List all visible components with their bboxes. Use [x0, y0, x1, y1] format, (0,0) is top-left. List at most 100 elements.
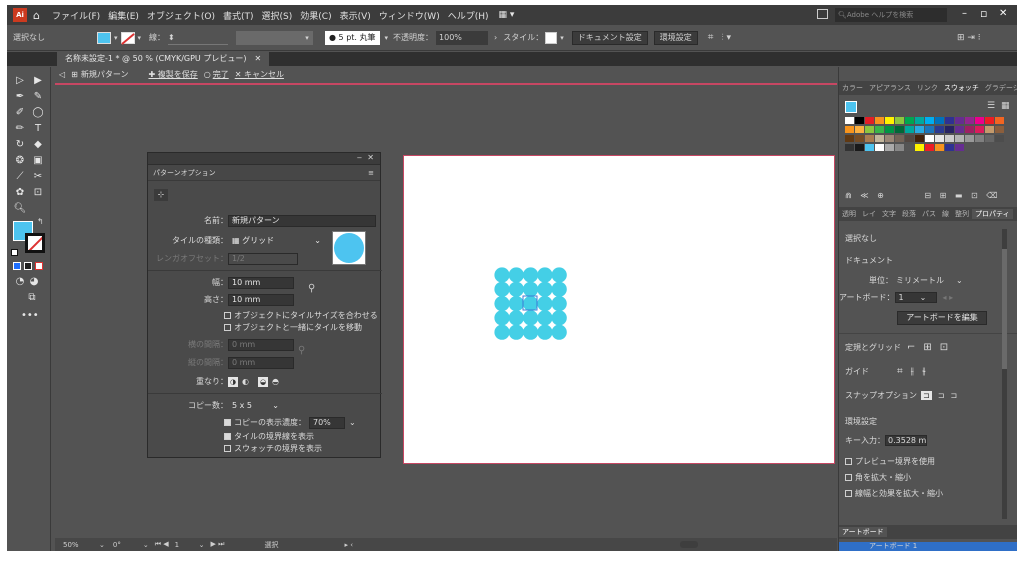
tab-properties[interactable]: プロパティ [972, 209, 1013, 219]
swatch-item[interactable] [895, 126, 904, 133]
swatch-item[interactable] [905, 144, 914, 151]
swatch-item[interactable] [865, 135, 874, 142]
swatch-item[interactable] [895, 144, 904, 151]
arrange-docs-icon[interactable] [817, 9, 828, 19]
close-icon[interactable]: ✕ [367, 153, 374, 162]
edit-artboards-button[interactable]: アートボードを編集 [897, 311, 987, 325]
swatch-item[interactable] [915, 135, 924, 142]
horizontal-scrollbar[interactable] [680, 541, 698, 548]
swatch-item[interactable] [905, 126, 914, 133]
document-setup-button[interactable]: ドキュメント設定 [571, 30, 648, 45]
draw-inside-icon[interactable]: ◕ [27, 276, 41, 288]
menu-type[interactable]: 書式(T) [219, 9, 258, 22]
pattern-preview[interactable] [404, 156, 834, 463]
move-with-art-checkbox[interactable] [224, 324, 231, 331]
tab-transparency[interactable]: 透明 [839, 209, 859, 219]
swatch-item[interactable] [905, 117, 914, 124]
artboard-tool-icon[interactable]: ⊡ [31, 187, 45, 199]
swatch-item[interactable] [845, 144, 854, 151]
menu-object[interactable]: オブジェクト(O) [143, 9, 219, 22]
tab-artboards[interactable]: アートボード [839, 527, 887, 537]
pen-tool-icon[interactable]: ✒ [13, 91, 27, 103]
opacity-input[interactable]: 100% [436, 30, 489, 45]
tab-gradient[interactable]: グラデーション [982, 83, 1017, 93]
swatch-item[interactable] [865, 126, 874, 133]
tab-stroke[interactable]: 線 [939, 209, 952, 219]
swatch-item[interactable] [955, 135, 964, 142]
swatch-item[interactable] [935, 135, 944, 142]
style-swatch[interactable] [545, 31, 558, 44]
symbol-sprayer-tool-icon[interactable]: ✿ [13, 187, 27, 199]
scale-corners-checkbox[interactable] [845, 474, 852, 481]
swatch-item[interactable] [845, 117, 854, 124]
swatch-item[interactable] [985, 117, 994, 124]
swatch-item[interactable] [885, 135, 894, 142]
key-increment-input[interactable]: 0.3528 m [885, 435, 927, 446]
swatch-item[interactable] [945, 126, 954, 133]
chevron-down-icon[interactable]: ▾ [114, 34, 118, 42]
dim-copies-option[interactable]: コピーの表示濃度： 70% ⌄ [224, 416, 458, 430]
trash-icon[interactable]: ⌫ [986, 191, 997, 200]
screen-mode-icon[interactable]: ⧉ [25, 292, 39, 304]
swatch-item[interactable] [925, 135, 934, 142]
swatch-item[interactable] [885, 117, 894, 124]
overlap-left-icon[interactable]: ◑ [228, 377, 238, 387]
swatch-item[interactable] [915, 126, 924, 133]
swatch-item[interactable] [875, 135, 884, 142]
swatch-item[interactable] [855, 144, 864, 151]
active-swatch[interactable] [845, 101, 857, 113]
swatch-item[interactable] [955, 126, 964, 133]
color-group-icon[interactable]: ⊟ [924, 191, 931, 200]
swatch-item[interactable] [875, 117, 884, 124]
collapse-icon[interactable]: ‒ [357, 153, 362, 162]
panel-scrollbar[interactable] [1002, 229, 1007, 519]
use-preview-bounds-checkbox[interactable] [845, 458, 852, 465]
minimize-button[interactable]: – [962, 8, 967, 19]
swatch-item[interactable] [845, 135, 854, 142]
chevron-right-icon[interactable]: › [494, 33, 497, 42]
menu-edit[interactable]: 編集(E) [104, 9, 143, 22]
show-tile-edge-checkbox[interactable] [224, 433, 231, 440]
color-mode-icon[interactable] [13, 262, 21, 270]
preferences-button[interactable]: 環境設定 [653, 30, 698, 45]
swatch-item[interactable] [975, 126, 984, 133]
swatch-item[interactable] [995, 126, 1004, 133]
tab-layers[interactable]: レイ [859, 209, 879, 219]
scale-strokes-option[interactable]: 線幅と効果を拡大・縮小 [845, 488, 943, 499]
swatch-item[interactable] [865, 117, 874, 124]
swatch-item[interactable] [965, 135, 974, 142]
swap-arrow-icon[interactable]: ↰ [37, 217, 44, 226]
pattern-tile-tool-icon[interactable]: ⊹ [154, 189, 168, 201]
resize-to-art-checkbox[interactable] [224, 312, 231, 319]
swatch-item[interactable] [875, 126, 884, 133]
panel-header[interactable]: ‒ ✕ [148, 153, 380, 165]
dim-copies-checkbox[interactable] [224, 419, 231, 426]
help-search-input[interactable]: 🔍︎Adobe ヘルプを検索 [835, 8, 947, 22]
gradient-mode-icon[interactable] [24, 262, 32, 270]
swatch-kind-icon[interactable]: ≪ [860, 191, 868, 200]
menu-file[interactable]: ファイル(F) [48, 9, 104, 22]
swatch-item[interactable] [975, 135, 984, 142]
rotate-tool-icon[interactable]: ↻ [13, 139, 27, 151]
copies-select[interactable]: 5 x 5 ⌄ [228, 400, 284, 412]
tab-links[interactable]: リンク [914, 83, 941, 93]
swatch-item[interactable] [985, 126, 994, 133]
zoom-select[interactable]: 50% [63, 541, 99, 549]
tile-type-select[interactable]: ▦ グリッド ⌄ [228, 235, 326, 247]
grid-view-icon[interactable]: ▦ [1001, 101, 1010, 111]
swatch-item[interactable] [915, 144, 924, 151]
swatch-item[interactable] [855, 126, 864, 133]
swatch-item[interactable] [845, 126, 854, 133]
prev-artboard-icon[interactable]: ◂ ▸ [943, 293, 954, 302]
swatch-item[interactable] [925, 144, 934, 151]
tab-character[interactable]: 文字 [879, 209, 899, 219]
fill-color-swatch[interactable] [97, 31, 111, 44]
menu-help[interactable]: ヘルプ(H) [444, 9, 493, 22]
home-icon[interactable]: ⌂ [33, 9, 40, 22]
variable-width-dropdown[interactable] [236, 30, 302, 45]
first-artboard-icon[interactable]: ⏮ ◀ [155, 540, 169, 549]
stroke-weight-input[interactable]: ⬍ [168, 30, 229, 45]
stroke-swatch[interactable] [25, 233, 45, 253]
last-artboard-icon[interactable]: ▶ ⏭ [211, 540, 225, 549]
name-field[interactable]: 新規パターン [228, 215, 376, 227]
